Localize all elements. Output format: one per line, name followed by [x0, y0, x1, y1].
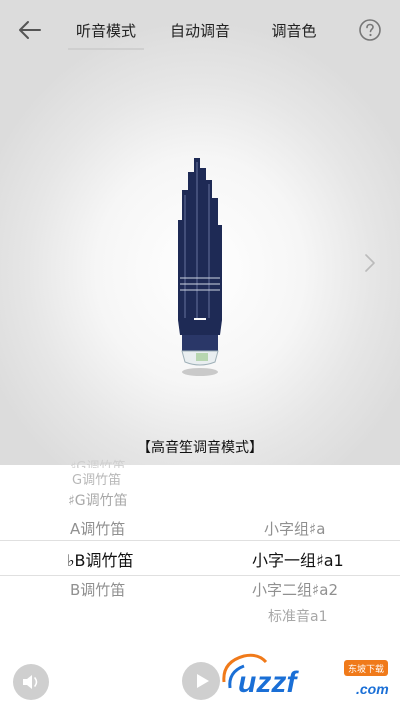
picker-left-selected[interactable]: ♭B调竹笛: [67, 547, 134, 571]
play-button[interactable]: [182, 662, 220, 700]
sheng-instrument-image: [178, 158, 222, 376]
top-bar: 听音模式 自动调音 调音色: [0, 0, 400, 60]
tab-listen-mode[interactable]: 听音模式: [60, 0, 152, 52]
volume-button[interactable]: [13, 664, 49, 700]
picker-right-item[interactable]: 小字组♯a: [264, 518, 325, 539]
picker-right-item[interactable]: 标准音a1: [268, 606, 328, 626]
help-icon[interactable]: [358, 18, 382, 42]
tab-tone-color[interactable]: 调音色: [248, 0, 340, 52]
play-icon: [197, 674, 209, 688]
chevron-right-icon[interactable]: [362, 252, 378, 274]
uzzf-watermark-logo: uzzf 东坡下载 .com: [222, 653, 389, 699]
picker-left-item[interactable]: ♯G调竹笛: [70, 456, 125, 468]
watermark-suffix: .com: [356, 681, 389, 697]
mode-title: 【高音笙调音模式】: [137, 440, 263, 456]
picker-left-item[interactable]: B调竹笛: [70, 579, 125, 600]
picker-left-item[interactable]: ♯G调竹笛: [68, 490, 128, 510]
watermark-badge: 东坡下载: [348, 663, 384, 675]
picker-left-item[interactable]: G调竹笛: [72, 469, 121, 488]
speaker-icon: [23, 675, 38, 689]
watermark-text: uzzf: [238, 666, 299, 699]
tab-auto-tune[interactable]: 自动调音: [154, 0, 246, 52]
picker-right-selected[interactable]: 小字一组♯a1: [252, 547, 344, 571]
picker-left-item[interactable]: A调竹笛: [70, 518, 125, 539]
back-arrow-icon[interactable]: [16, 16, 44, 44]
picker-right-item[interactable]: 小字二组♯a2: [252, 579, 338, 600]
mode-tabs: 听音模式 自动调音 调音色: [60, 0, 340, 52]
